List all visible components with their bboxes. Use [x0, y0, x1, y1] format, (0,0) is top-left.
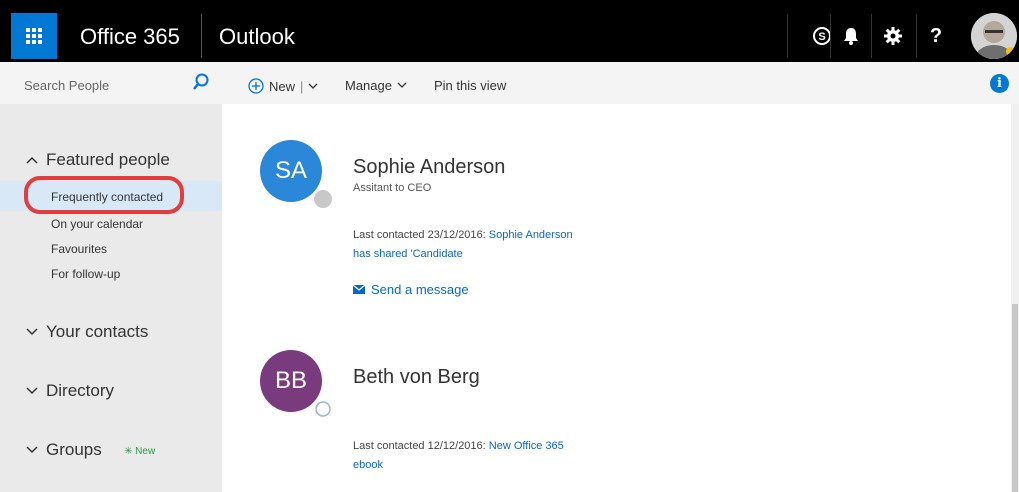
divider	[830, 14, 831, 58]
manage-label: Manage	[345, 78, 392, 93]
nav-item-for-follow-up[interactable]: For follow-up	[51, 267, 120, 281]
presence-status-icon	[312, 398, 334, 420]
new-badge-label: New	[135, 446, 156, 457]
presence-icon	[1006, 47, 1015, 56]
info-icon[interactable]: i	[990, 74, 1009, 93]
sparkle-icon: ✳	[124, 446, 136, 457]
avatar-initials: SA	[274, 157, 307, 184]
send-message-label: Send a message	[371, 282, 469, 297]
nav-groups[interactable]: Groups	[26, 440, 102, 460]
chevron-down-icon[interactable]	[308, 83, 318, 90]
scrollbar[interactable]	[1011, 104, 1019, 492]
contact-name[interactable]: Beth von Berg	[353, 366, 480, 389]
send-message-link[interactable]: Send a message	[353, 282, 469, 297]
contact-title: Assitant to CEO	[353, 182, 432, 194]
mail-icon	[353, 285, 365, 294]
new-button[interactable]: New |	[248, 78, 318, 94]
contact-name[interactable]: Sophie Anderson	[353, 156, 505, 179]
pin-label: Pin this view	[434, 78, 507, 93]
scrollbar-thumb[interactable]	[1012, 304, 1018, 492]
nav-section-label: Groups	[46, 440, 102, 459]
search-icon[interactable]	[193, 73, 209, 96]
new-badge: ✳ New	[124, 446, 155, 457]
nav-your-contacts[interactable]: Your contacts	[26, 322, 148, 342]
brand-title[interactable]: Office 365	[80, 24, 180, 50]
chevron-down-icon	[26, 387, 38, 395]
divider	[201, 14, 202, 58]
chevron-down-icon	[397, 82, 407, 88]
chevron-down-icon	[26, 446, 38, 454]
last-contacted: Last contacted 23/12/2016: Sophie Anders…	[353, 226, 573, 264]
nav-section-label: Featured people	[46, 150, 170, 169]
split-separator: |	[300, 78, 304, 94]
presence-status-icon	[312, 188, 334, 210]
app-title[interactable]: Outlook	[219, 24, 295, 50]
search-input[interactable]: Search People	[24, 78, 109, 93]
manage-button[interactable]: Manage	[345, 78, 407, 93]
divider	[871, 14, 872, 58]
nav-item-favourites[interactable]: Favourites	[51, 242, 107, 256]
new-label: New	[269, 78, 296, 94]
svg-text:S: S	[818, 31, 825, 43]
top-bar: Office 365 Outlook S ?	[0, 0, 1019, 62]
gear-icon[interactable]	[875, 16, 911, 56]
divider	[787, 14, 788, 58]
chevron-up-icon	[26, 156, 38, 164]
plus-circle-icon	[248, 78, 264, 94]
annotation-highlight-ring	[24, 176, 184, 214]
last-contacted-text: Last contacted 23/12/2016:	[353, 229, 489, 241]
nav-section-label: Directory	[46, 381, 115, 400]
last-contacted-text: Last contacted 12/12/2016:	[353, 440, 489, 452]
chevron-down-icon	[26, 328, 38, 336]
bell-icon[interactable]	[833, 16, 869, 56]
nav-section-label: Your contacts	[46, 322, 149, 341]
waffle-icon[interactable]	[11, 13, 57, 59]
divider	[916, 14, 917, 58]
help-icon[interactable]: ?	[918, 16, 954, 56]
user-avatar[interactable]	[971, 13, 1017, 59]
pin-this-view-button[interactable]: Pin this view	[434, 78, 506, 93]
command-bar	[222, 62, 1019, 104]
avatar-initials: BB	[274, 367, 307, 394]
last-contacted: Last contacted 12/12/2016: New Office 36…	[353, 437, 573, 475]
nav-directory[interactable]: Directory	[26, 381, 114, 401]
nav-item-on-your-calendar[interactable]: On your calendar	[51, 217, 143, 231]
nav-featured-people[interactable]: Featured people	[26, 150, 170, 170]
